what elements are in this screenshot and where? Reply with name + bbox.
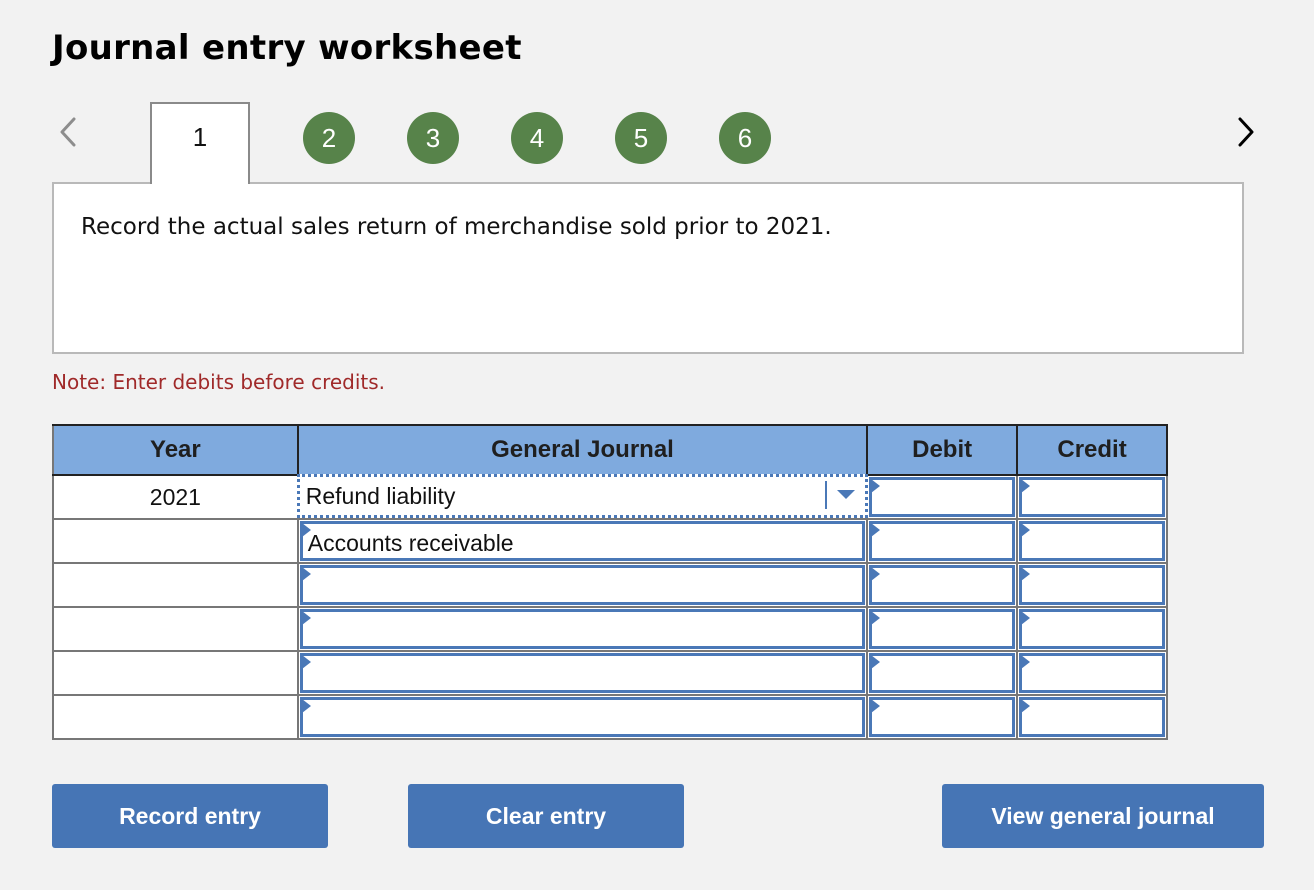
account-cell	[296, 562, 869, 608]
debit-cell	[866, 606, 1019, 652]
year-cell	[52, 694, 299, 740]
step-tab-1[interactable]: 1	[150, 102, 250, 184]
column-header-year: Year	[52, 424, 299, 476]
credit-cell	[1016, 606, 1168, 652]
year-cell	[52, 650, 299, 696]
record-entry-button[interactable]: Record entry	[52, 784, 328, 848]
step-tab-2[interactable]: 2	[303, 112, 355, 164]
account-cell: Accounts receivable	[296, 518, 869, 564]
account-dropdown[interactable]: Refund liability	[296, 474, 869, 518]
dropdown-divider	[825, 481, 828, 509]
instruction-note: Note: Enter debits before credits.	[52, 370, 386, 394]
input-flag-icon	[871, 611, 881, 625]
table-row	[52, 562, 1168, 608]
input-flag-icon	[301, 655, 311, 669]
debit-input[interactable]	[869, 609, 1016, 649]
next-step-button[interactable]	[1230, 114, 1260, 150]
chevron-right-icon	[1238, 117, 1254, 147]
table-row	[52, 694, 1168, 740]
input-flag-icon	[871, 655, 881, 669]
column-header-credit: Credit	[1016, 424, 1168, 476]
input-flag-icon	[1021, 567, 1031, 581]
year-cell	[52, 606, 299, 652]
step-tab-4[interactable]: 4	[511, 112, 563, 164]
column-header-debit: Debit	[866, 424, 1019, 476]
clear-entry-button[interactable]: Clear entry	[408, 784, 684, 848]
credit-cell	[1016, 518, 1168, 564]
credit-cell	[1016, 694, 1168, 740]
table-row	[52, 606, 1168, 652]
credit-cell	[1016, 562, 1168, 608]
view-general-journal-button[interactable]: View general journal	[942, 784, 1264, 848]
credit-cell	[1016, 650, 1168, 696]
debit-cell	[866, 474, 1019, 520]
account-cell: Refund liability	[296, 474, 869, 520]
account-cell	[296, 650, 869, 696]
debit-input[interactable]	[869, 697, 1016, 737]
year-cell	[52, 518, 299, 564]
credit-input[interactable]	[1019, 697, 1165, 737]
table-row: Accounts receivable	[52, 518, 1168, 564]
input-flag-icon	[1021, 479, 1031, 493]
year-cell: 2021	[52, 474, 299, 520]
debit-input[interactable]	[869, 653, 1016, 693]
credit-input[interactable]	[1019, 653, 1165, 693]
debit-input[interactable]	[869, 565, 1016, 605]
credit-input[interactable]	[1019, 565, 1165, 605]
debit-input[interactable]	[869, 521, 1016, 561]
chevron-left-icon	[60, 117, 76, 147]
input-flag-icon	[871, 699, 881, 713]
debit-cell	[866, 518, 1019, 564]
account-input[interactable]	[299, 653, 866, 693]
table-row	[52, 650, 1168, 696]
input-flag-icon	[301, 699, 311, 713]
input-flag-icon	[1021, 611, 1031, 625]
account-cell	[296, 606, 869, 652]
account-input[interactable]: Accounts receivable	[299, 521, 866, 561]
page-title: Journal entry worksheet	[52, 28, 522, 68]
input-flag-icon	[871, 523, 881, 537]
dropdown-caret-icon[interactable]	[837, 490, 856, 499]
input-flag-icon	[871, 479, 881, 493]
input-flag-icon	[1021, 699, 1031, 713]
table-header-row: Year General Journal Debit Credit	[52, 424, 1168, 476]
table-row: 2021 Refund liability	[52, 474, 1168, 520]
step-tab-5[interactable]: 5	[615, 112, 667, 164]
debit-input[interactable]	[869, 477, 1016, 517]
step-tab-6[interactable]: 6	[719, 112, 771, 164]
question-prompt-box: Record the actual sales return of mercha…	[52, 182, 1244, 354]
journal-entry-table: Year General Journal Debit Credit 2021 R…	[52, 424, 1168, 740]
input-flag-icon	[1021, 523, 1031, 537]
input-flag-icon	[301, 611, 311, 625]
credit-cell	[1016, 474, 1168, 520]
account-input[interactable]	[299, 609, 866, 649]
account-dropdown-value: Refund liability	[305, 483, 456, 509]
account-value: Accounts receivable	[307, 530, 514, 556]
credit-input[interactable]	[1019, 477, 1165, 517]
input-flag-icon	[1021, 655, 1031, 669]
year-cell	[52, 562, 299, 608]
previous-step-button[interactable]	[54, 114, 84, 150]
debit-cell	[866, 650, 1019, 696]
credit-input[interactable]	[1019, 609, 1165, 649]
column-header-general-journal: General Journal	[296, 424, 869, 476]
account-input[interactable]	[299, 565, 866, 605]
step-tab-3[interactable]: 3	[407, 112, 459, 164]
debit-cell	[866, 694, 1019, 740]
credit-input[interactable]	[1019, 521, 1165, 561]
input-flag-icon	[871, 567, 881, 581]
account-input[interactable]	[299, 697, 866, 737]
input-flag-icon	[301, 567, 311, 581]
account-cell	[296, 694, 869, 740]
question-prompt-text: Record the actual sales return of mercha…	[81, 214, 832, 240]
debit-cell	[866, 562, 1019, 608]
